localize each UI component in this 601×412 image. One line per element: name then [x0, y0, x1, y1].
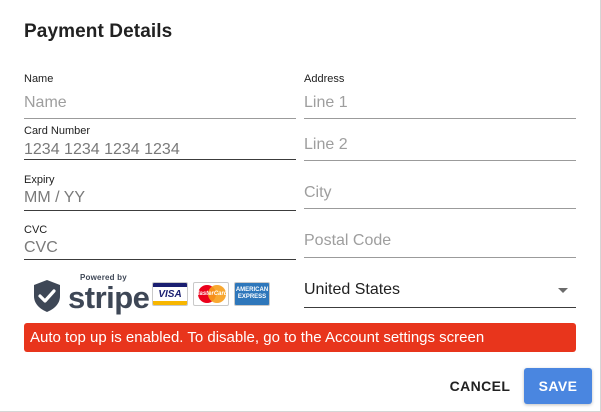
city-underline: [304, 208, 576, 209]
stripe-wordmark: stripe: [68, 280, 150, 315]
cvc-underline: [24, 259, 296, 260]
cvc-field[interactable]: CVC CVC: [24, 224, 296, 262]
address-line1-underline: [304, 118, 576, 119]
alert-text: Auto top up is enabled. To disable, go t…: [30, 329, 485, 346]
card-number-field[interactable]: Card Number 1234 1234 1234 1234: [24, 125, 296, 161]
expiry-input[interactable]: MM / YY: [24, 189, 85, 207]
card-fields-column: Name Name Card Number 1234 1234 1234 123…: [24, 0, 296, 270]
powered-by-stripe-badge: Powered by stripe: [30, 272, 150, 316]
name-field[interactable]: Name Name: [24, 73, 296, 121]
city-input[interactable]: City: [304, 184, 332, 202]
card-number-input[interactable]: 1234 1234 1234 1234: [24, 141, 180, 159]
address-line2-input[interactable]: Line 2: [304, 136, 348, 154]
amex-card-icon: AMERICAN EXPRESS: [234, 282, 270, 306]
cancel-button[interactable]: CANCEL: [440, 368, 520, 404]
country-selected-value: United States: [304, 281, 401, 298]
amex-text: AMERICAN EXPRESS: [235, 287, 269, 300]
address-label: Address: [304, 73, 345, 85]
payment-details-dialog: Payment Details Name Name Card Number 12…: [0, 0, 601, 412]
address-line1-input[interactable]: Line 1: [304, 94, 348, 112]
postal-code-underline: [304, 257, 576, 258]
country-underline: [304, 307, 576, 308]
visa-card-icon: VISA: [152, 282, 188, 306]
address-fields-column: Address Line 1 Line 2 City Postal Code U…: [304, 0, 576, 310]
expiry-label: Expiry: [24, 174, 55, 186]
country-select[interactable]: United States: [304, 280, 576, 308]
dropdown-arrow-icon[interactable]: [558, 288, 568, 293]
visa-text: VISA: [158, 289, 182, 300]
address-line2-field[interactable]: Line 2: [304, 136, 576, 164]
cvc-input[interactable]: CVC: [24, 239, 58, 257]
expiry-underline: [24, 210, 296, 211]
name-label: Name: [24, 73, 54, 85]
city-field[interactable]: City: [304, 184, 576, 212]
expiry-field[interactable]: Expiry MM / YY: [24, 174, 296, 212]
cvc-label: CVC: [24, 224, 48, 236]
address-line2-underline: [304, 160, 576, 161]
name-underline: [24, 118, 296, 119]
card-number-underline: [24, 159, 296, 160]
address-line1-field[interactable]: Line 1: [304, 94, 576, 122]
save-button[interactable]: SAVE: [524, 368, 592, 404]
postal-code-input[interactable]: Postal Code: [304, 232, 391, 250]
card-number-label: Card Number: [24, 125, 91, 137]
mastercard-card-icon: MasterCard: [193, 282, 229, 306]
mastercard-text: MasterCard: [194, 291, 228, 297]
shield-check-icon: [34, 280, 60, 312]
name-input[interactable]: Name: [24, 94, 67, 112]
postal-code-field[interactable]: Postal Code: [304, 232, 576, 260]
auto-top-up-alert: Auto top up is enabled. To disable, go t…: [24, 323, 576, 352]
